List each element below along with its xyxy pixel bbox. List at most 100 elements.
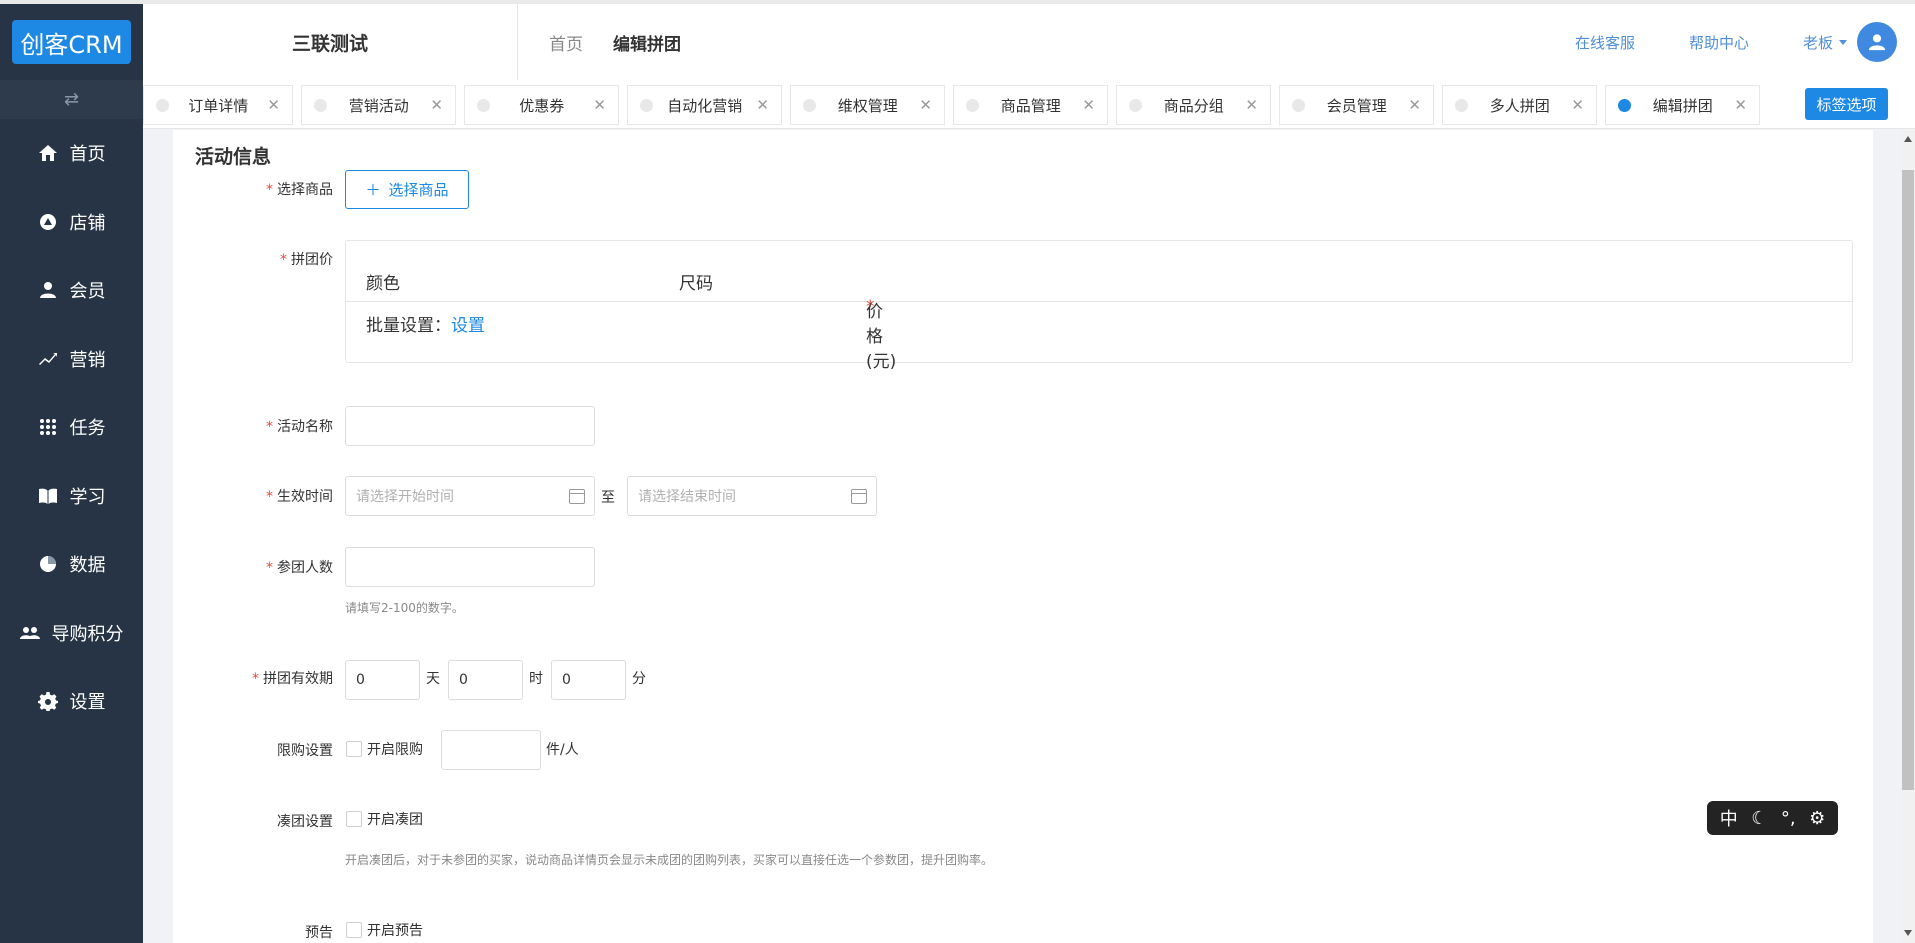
- close-icon[interactable]: ✕: [1571, 96, 1584, 114]
- sidebar-item-label: 会员: [69, 281, 106, 303]
- sidebar-item-learning[interactable]: 学习: [0, 462, 143, 531]
- ime-mode[interactable]: 中: [1720, 805, 1738, 831]
- sidebar-toggle[interactable]: ⇄: [0, 80, 143, 119]
- tab-label: 多人拼团: [1489, 96, 1550, 115]
- sidebar-item-members[interactable]: 会员: [0, 256, 143, 325]
- validity-label: * 拼团有效期: [252, 671, 333, 687]
- sidebar-item-label: 首页: [69, 144, 106, 166]
- moon-icon[interactable]: ☾: [1751, 808, 1767, 829]
- participants-input[interactable]: [345, 547, 595, 587]
- close-icon[interactable]: ✕: [1408, 96, 1421, 114]
- validity-days-input[interactable]: 0: [345, 660, 420, 700]
- preview-checkbox[interactable]: [346, 922, 362, 938]
- preview-label: 预告: [305, 925, 333, 941]
- calendar-icon: [851, 489, 867, 504]
- tab-group-buy[interactable]: 多人拼团 ✕: [1442, 85, 1597, 125]
- tab-edit-group-buy[interactable]: 编辑拼团 ✕: [1605, 85, 1760, 125]
- tab-automation-marketing[interactable]: 自动化营销 ✕: [627, 85, 782, 125]
- breadcrumb-home[interactable]: 首页: [549, 30, 583, 55]
- ime-toolbar[interactable]: 中 ☾ °, ⚙: [1707, 801, 1838, 835]
- close-icon[interactable]: ✕: [430, 96, 443, 114]
- scrollbar-thumb[interactable]: [1902, 170, 1914, 790]
- top-header: 三联测试 首页 编辑拼团 在线客服 帮助中心 老板: [143, 0, 1915, 80]
- tab-marketing-activity[interactable]: 营销活动 ✕: [301, 85, 456, 125]
- punctuation-icon[interactable]: °,: [1781, 808, 1796, 829]
- scroll-up-arrow-icon[interactable]: [1904, 136, 1912, 142]
- select-product-button[interactable]: ＋ 选择商品: [345, 170, 469, 209]
- help-center-link[interactable]: 帮助中心: [1689, 32, 1749, 53]
- purchase-limit-checkbox[interactable]: [346, 741, 362, 757]
- close-icon[interactable]: ✕: [593, 96, 606, 114]
- activity-name-label: * 活动名称: [266, 419, 333, 435]
- pie-icon: [38, 554, 58, 574]
- scroll-down-arrow-icon[interactable]: [1904, 930, 1912, 936]
- sidebar: 创客CRM ⇄ 首页 店铺 会员 营销 任务 学习 数据 导购积分 设置: [0, 0, 143, 943]
- sidebar-item-guide-points[interactable]: 导购积分: [0, 599, 143, 668]
- tab-member-management[interactable]: 会员管理 ✕: [1279, 85, 1434, 125]
- tab-label: 自动化营销: [667, 96, 743, 115]
- tab-order-details[interactable]: 订单详情 ✕: [143, 85, 293, 125]
- close-icon[interactable]: ✕: [1245, 96, 1258, 114]
- batch-settings: 批量设置：设置: [366, 316, 485, 336]
- tab-label: 会员管理: [1326, 96, 1387, 115]
- plus-icon: ＋: [365, 181, 381, 199]
- validity-hours-input[interactable]: 0: [448, 660, 523, 700]
- group-fill-checkbox[interactable]: [346, 811, 362, 827]
- to-separator: 至: [601, 490, 615, 506]
- close-icon[interactable]: ✕: [756, 96, 769, 114]
- gear-icon: [37, 691, 58, 712]
- tab-coupons[interactable]: 优惠券 ✕: [464, 85, 619, 125]
- sidebar-item-marketing[interactable]: 营销: [0, 325, 143, 394]
- sidebar-item-tasks[interactable]: 任务: [0, 393, 143, 462]
- gear-icon[interactable]: ⚙: [1809, 808, 1825, 829]
- sidebar-item-settings[interactable]: 设置: [0, 667, 143, 736]
- tab-product-management[interactable]: 商品管理 ✕: [953, 85, 1108, 125]
- sidebar-item-home[interactable]: 首页: [0, 119, 143, 188]
- online-service-link[interactable]: 在线客服: [1575, 32, 1635, 53]
- price-table-header: 颜色 尺码 * 价格(元): [346, 241, 1852, 372]
- column-size: 尺码: [679, 274, 713, 294]
- purchase-limit-input[interactable]: [441, 730, 541, 770]
- participants-label: * 参团人数: [266, 560, 333, 576]
- home-icon: [38, 143, 58, 163]
- tab-dot-icon: [314, 98, 327, 112]
- sidebar-item-store[interactable]: 店铺: [0, 188, 143, 257]
- preview-checkbox-label[interactable]: 开启预告: [367, 920, 423, 940]
- validity-minutes-input[interactable]: 0: [551, 660, 626, 700]
- purchase-limit-checkbox-label[interactable]: 开启限购: [367, 739, 423, 759]
- group-fill-checkbox-label[interactable]: 开启凑团: [367, 809, 423, 829]
- activity-name-input[interactable]: [345, 406, 595, 446]
- grid-icon: [38, 417, 58, 437]
- trend-icon: [38, 349, 58, 369]
- close-icon[interactable]: ✕: [267, 96, 280, 114]
- avatar[interactable]: [1857, 22, 1897, 62]
- tab-rights-management[interactable]: 维权管理 ✕: [790, 85, 945, 125]
- tab-dot-icon: [477, 98, 490, 112]
- close-icon[interactable]: ✕: [1082, 96, 1095, 114]
- logo[interactable]: 创客CRM: [12, 20, 131, 64]
- tab-label: 营销活动: [348, 96, 409, 115]
- close-icon[interactable]: ✕: [919, 96, 932, 114]
- start-time-input[interactable]: 请选择开始时间: [345, 476, 595, 516]
- section-title: 活动信息: [195, 146, 272, 168]
- swap-arrows-icon[interactable]: ⇄: [64, 89, 79, 110]
- sidebar-item-label: 设置: [69, 692, 106, 714]
- batch-set-link[interactable]: 设置: [451, 316, 485, 336]
- calendar-icon: [569, 489, 585, 504]
- tab-dot-icon: [803, 98, 816, 112]
- sidebar-item-data[interactable]: 数据: [0, 530, 143, 599]
- tab-product-groups[interactable]: 商品分组 ✕: [1116, 85, 1271, 125]
- user-menu[interactable]: 老板: [1803, 32, 1847, 53]
- close-icon[interactable]: ✕: [1734, 96, 1747, 114]
- breadcrumb: 首页 编辑拼团: [549, 4, 681, 80]
- shop-name[interactable]: 三联测试: [143, 4, 518, 80]
- sidebar-item-label: 任务: [69, 418, 106, 440]
- user-name: 老板: [1802, 33, 1833, 52]
- select-product-label: * 选择商品: [266, 182, 333, 198]
- minutes-unit: 分: [632, 671, 646, 687]
- price-table: 颜色 尺码 * 价格(元) 批量设置：设置: [345, 240, 1853, 372]
- tag-options-button[interactable]: 标签选项: [1805, 88, 1888, 120]
- tab-dot-icon: [1129, 98, 1142, 112]
- end-time-input[interactable]: 请选择结束时间: [627, 476, 877, 516]
- purchase-limit-label: 限购设置: [277, 743, 333, 759]
